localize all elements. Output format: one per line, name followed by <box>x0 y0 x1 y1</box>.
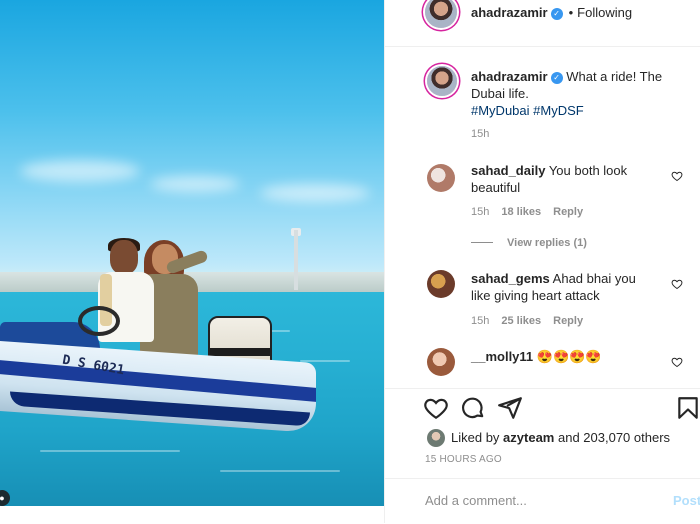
boat: D S 6021 <box>0 330 318 434</box>
caption: ahadrazamir ✓ What a ride! The Dubai life… <box>471 68 671 119</box>
comment-time[interactable]: 15h <box>471 315 489 327</box>
caption-username[interactable]: ahadrazamir <box>471 69 548 84</box>
comment-like-icon[interactable] <box>671 170 683 182</box>
verified-badge-icon: ✓ <box>550 8 563 20</box>
heart-icon[interactable] <box>423 395 449 421</box>
tower <box>294 230 298 290</box>
comment-avatar[interactable] <box>427 270 455 298</box>
comment-username[interactable]: sahad_gems <box>471 271 550 286</box>
header-user: ahadrazamir ✓ • Following <box>471 4 632 22</box>
comment-text: 😍😍😍😍 <box>536 349 602 364</box>
comment-meta: 15h 25 likes Reply <box>471 315 595 327</box>
cloud <box>260 184 370 202</box>
divider <box>471 242 493 243</box>
share-icon[interactable] <box>497 395 523 421</box>
comment-avatar[interactable] <box>427 164 455 192</box>
post-panel: ahadrazamir ✓ • Following ahadrazamir ✓ What… <box>384 0 700 523</box>
comment: sahad_daily You both look beautiful <box>471 162 651 196</box>
cloud <box>150 176 240 192</box>
comment-box: Add a comment... Post <box>385 478 700 524</box>
comment-icon[interactable] <box>460 395 486 421</box>
username-link[interactable]: ahadrazamir <box>471 5 548 20</box>
bookmark-icon[interactable] <box>675 395 700 421</box>
view-replies-label: View replies (1) <box>507 237 587 249</box>
liked-by-count[interactable]: and 203,070 others <box>558 430 670 445</box>
comment: __molly11 😍😍😍😍 <box>471 348 651 365</box>
comment-username[interactable]: sahad_daily <box>471 163 545 178</box>
comment-like-icon[interactable] <box>671 278 683 290</box>
avatar[interactable] <box>427 429 445 447</box>
avatar[interactable] <box>427 66 457 96</box>
comment-likes[interactable]: 25 likes <box>501 315 541 327</box>
comment-avatar[interactable] <box>427 348 455 376</box>
cloud <box>20 160 140 182</box>
avatar[interactable] <box>425 0 457 28</box>
post-comment-button[interactable]: Post <box>673 493 700 508</box>
wave <box>220 470 340 472</box>
comment-username[interactable]: __molly11 <box>471 349 533 364</box>
post-header: ahadrazamir ✓ • Following <box>385 0 700 47</box>
posted-time[interactable]: 15 HOURS AGO <box>425 454 502 465</box>
comment: sahad_gems Ahad bhai you like giving hea… <box>471 270 651 304</box>
reply-button[interactable]: Reply <box>553 206 583 218</box>
comment-time[interactable]: 15h <box>471 206 489 218</box>
comments-list[interactable]: ahadrazamir ✓ What a ride! The Dubai life… <box>385 48 700 388</box>
liked-by: Liked by azyteam and 203,070 others <box>451 430 670 445</box>
comment-input[interactable]: Add a comment... <box>425 493 527 508</box>
verified-badge-icon: ✓ <box>550 72 563 84</box>
view-replies-button[interactable]: View replies (1) <box>471 237 587 249</box>
caption-hashtags[interactable]: #MyDubai #MyDSF <box>471 103 584 118</box>
liked-by-user[interactable]: azyteam <box>503 430 554 445</box>
wave <box>40 450 180 452</box>
following-button[interactable]: Following <box>577 5 632 20</box>
post-photo[interactable]: D S 6021 ● <box>0 0 384 506</box>
liked-by-prefix: Liked by <box>451 430 500 445</box>
comment-meta: 15h 18 likes Reply <box>471 206 595 218</box>
comment-likes[interactable]: 18 likes <box>501 206 541 218</box>
separator: • <box>568 5 574 20</box>
comment-like-icon[interactable] <box>671 356 683 368</box>
caption-time[interactable]: 15h <box>471 128 489 140</box>
reply-button[interactable]: Reply <box>553 315 583 327</box>
